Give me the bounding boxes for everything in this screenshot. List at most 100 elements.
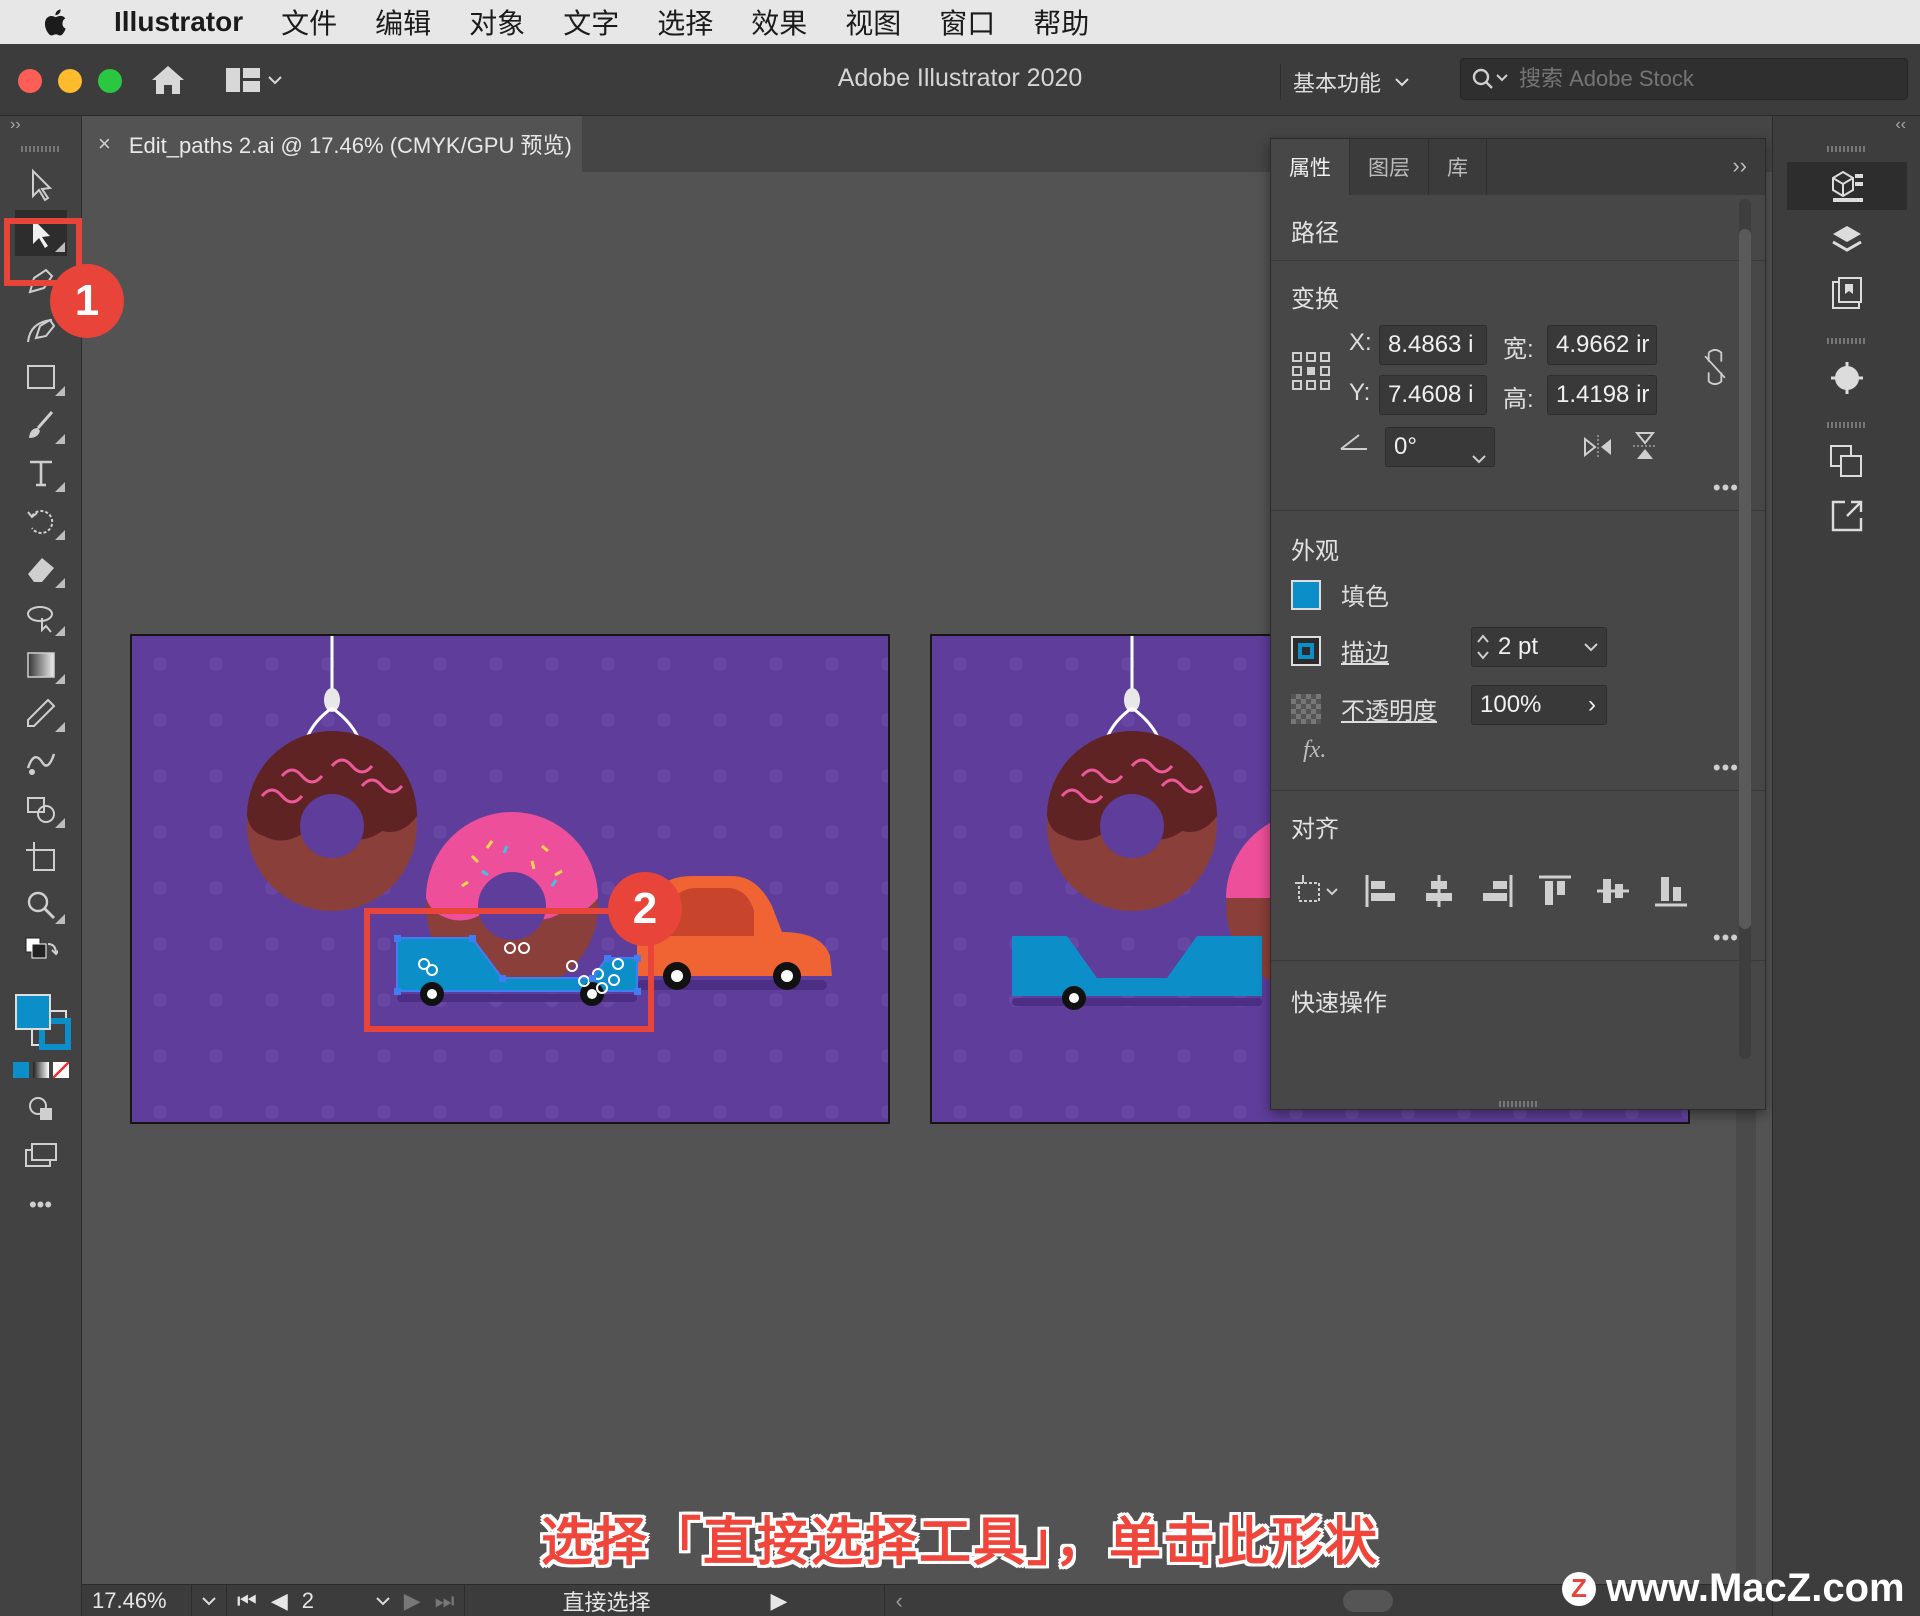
appearance-more-button[interactable]: ••• (1713, 755, 1739, 781)
align-horizontal-center-icon[interactable] (1421, 873, 1457, 909)
align-more-button[interactable]: ••• (1713, 925, 1739, 951)
menu-edit[interactable]: 编辑 (375, 2, 431, 42)
workspace-switcher[interactable]: 基本功能 (1280, 64, 1409, 100)
panel-collapse-button[interactable]: ›› (1732, 153, 1747, 179)
align-top-icon[interactable] (1537, 873, 1573, 909)
eyedropper-tool[interactable] (15, 690, 67, 736)
menu-help[interactable]: 帮助 (1033, 2, 1089, 42)
x-field[interactable]: 8.4863 i (1379, 325, 1487, 365)
shape-builder-tool[interactable] (15, 786, 67, 832)
blend-tool[interactable] (15, 738, 67, 784)
align-vertical-center-icon[interactable] (1595, 873, 1631, 909)
width-tool[interactable] (15, 594, 67, 640)
scroll-left-icon[interactable]: ‹ (895, 1588, 902, 1614)
gradient-mode-button[interactable] (32, 1062, 49, 1078)
document-tab[interactable]: × Edit_paths 2.ai @ 17.46% (CMYK/GPU 预览) (82, 116, 582, 172)
apple-logo-icon[interactable] (40, 5, 70, 39)
dock-grip[interactable] (1826, 338, 1867, 344)
dock-layers-button[interactable] (1787, 216, 1907, 264)
menu-type[interactable]: 文字 (563, 2, 619, 42)
none-mode-button[interactable] (52, 1062, 69, 1078)
align-right-icon[interactable] (1479, 873, 1515, 909)
chevron-down-icon[interactable] (376, 1596, 390, 1606)
width-field[interactable]: 4.9662 ir (1547, 325, 1657, 365)
rotate-tool[interactable] (15, 498, 67, 544)
y-field[interactable]: 7.4608 i (1379, 375, 1487, 415)
dock-artboards-button[interactable] (1787, 438, 1907, 486)
horizontal-scroll-thumb[interactable] (1342, 1589, 1393, 1612)
constrain-proportions-icon[interactable] (1701, 349, 1729, 385)
menu-view[interactable]: 视图 (845, 2, 901, 42)
stroke-label[interactable]: 描边 (1341, 633, 1389, 668)
last-artboard-icon[interactable]: ⏭ (435, 1588, 455, 1614)
eraser-tool[interactable] (15, 546, 67, 592)
chevron-right-icon[interactable]: › (1588, 686, 1596, 724)
rectangle-tool[interactable] (15, 354, 67, 400)
align-bottom-icon[interactable] (1653, 873, 1689, 909)
menu-window[interactable]: 窗口 (939, 2, 995, 42)
artboard-tool[interactable] (15, 834, 67, 880)
tab-libraries[interactable]: 库 (1429, 139, 1487, 195)
dock-grip[interactable] (1826, 422, 1867, 428)
artboard-1[interactable] (130, 634, 890, 1124)
fill-color-swatch[interactable] (1291, 579, 1321, 610)
flip-vertical-icon[interactable] (1633, 431, 1657, 461)
dock-libraries-button[interactable] (1787, 270, 1907, 318)
tab-properties[interactable]: 属性 (1271, 139, 1350, 195)
align-title: 对齐 (1291, 816, 1339, 843)
height-field[interactable]: 1.4198 ir (1547, 375, 1657, 415)
tab-layers[interactable]: 图层 (1350, 139, 1429, 195)
zoom-level-control[interactable]: 17.46% (82, 1584, 192, 1616)
opacity-field[interactable]: 100% › (1471, 685, 1607, 725)
screen-mode-button[interactable] (15, 1134, 67, 1180)
stroke-weight-field[interactable]: 2 pt (1471, 627, 1607, 667)
dock-collapse-button[interactable]: ‹‹ (1773, 116, 1920, 142)
zoom-dropdown-button[interactable] (192, 1584, 227, 1616)
selection-tool[interactable] (15, 162, 67, 208)
fill-stroke-swatches[interactable] (11, 994, 71, 1054)
fill-swatch[interactable] (14, 994, 51, 1030)
edit-toolbar-button[interactable]: ••• (15, 1182, 67, 1228)
next-artboard-icon[interactable]: ▶ (404, 1588, 421, 1614)
adobe-stock-search[interactable] (1460, 58, 1908, 100)
paintbrush-tool[interactable] (15, 402, 67, 448)
dock-color-themes-button[interactable] (1787, 354, 1907, 402)
dock-grip[interactable] (1826, 146, 1867, 152)
zoom-tool[interactable] (15, 882, 67, 928)
menu-app-name[interactable]: Illustrator (114, 6, 243, 38)
transform-more-button[interactable]: ••• (1713, 475, 1739, 501)
tools-collapse-button[interactable]: ›› (0, 116, 81, 142)
current-tool-status[interactable]: 直接选择 ▶ (465, 1584, 886, 1616)
highlight-selected-shape (364, 908, 654, 1032)
fx-button[interactable]: fx. (1303, 737, 1326, 764)
dock-export-button[interactable] (1787, 492, 1907, 540)
reference-point-icon[interactable] (1291, 351, 1331, 391)
menu-select[interactable]: 选择 (657, 2, 713, 42)
menu-file[interactable]: 文件 (281, 2, 337, 42)
fill-label[interactable]: 填色 (1341, 577, 1389, 612)
menu-effect[interactable]: 效果 (751, 2, 807, 42)
rotate-angle-field[interactable]: 0° (1385, 427, 1495, 467)
panel-grip[interactable] (20, 146, 61, 152)
draw-mode-button[interactable] (15, 1086, 67, 1132)
previous-artboard-icon[interactable]: ◀ (271, 1588, 288, 1614)
menu-object[interactable]: 对象 (469, 2, 525, 42)
panel-resize-grip[interactable] (1499, 1101, 1539, 1107)
color-mode-button[interactable] (12, 1062, 29, 1078)
artboard-number-field[interactable]: 2 (302, 1588, 362, 1614)
align-to-selection-icon[interactable] (1293, 873, 1341, 909)
status-menu-arrow-icon[interactable]: ▶ (771, 1588, 788, 1614)
swap-fill-stroke[interactable] (15, 930, 67, 976)
align-left-icon[interactable] (1363, 873, 1399, 909)
stepper-icon[interactable] (1476, 632, 1490, 662)
tab-close-icon[interactable]: × (98, 131, 111, 157)
dock-properties-button[interactable] (1786, 162, 1907, 210)
flip-horizontal-icon[interactable] (1583, 435, 1613, 459)
panel-scrollbar[interactable] (1739, 199, 1751, 1059)
stroke-color-swatch[interactable] (1291, 635, 1321, 666)
first-artboard-icon[interactable]: ⏮ (237, 1588, 257, 1614)
type-tool[interactable] (15, 450, 67, 496)
gradient-tool[interactable] (15, 642, 67, 688)
stock-search-input[interactable] (1519, 66, 1899, 92)
opacity-label[interactable]: 不透明度 (1341, 691, 1437, 726)
